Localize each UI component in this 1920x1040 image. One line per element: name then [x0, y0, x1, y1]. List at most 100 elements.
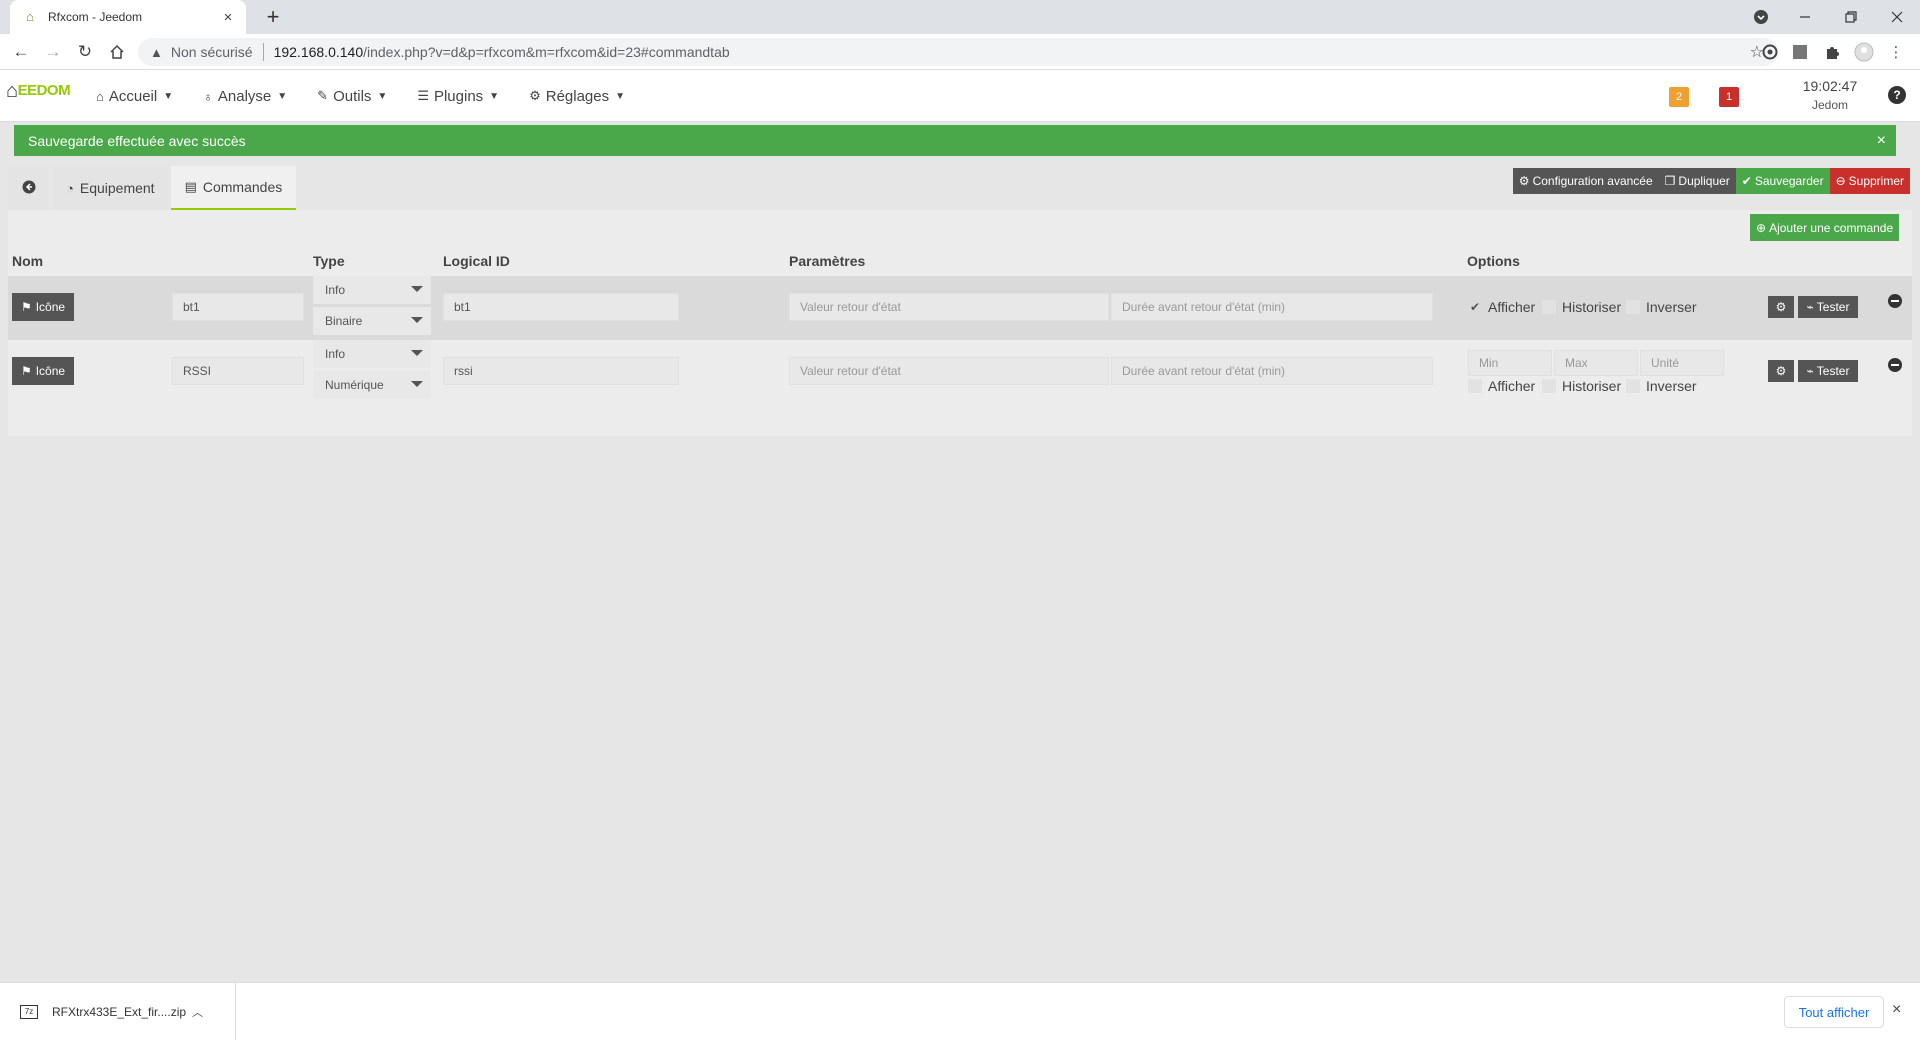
download-bar-close-icon[interactable]: ×	[1892, 1001, 1901, 1019]
clock: 19:02:47 Jedom	[1790, 78, 1870, 112]
menu-analyse[interactable]: ♁ Analyse ▼	[203, 88, 287, 105]
clock-user: Jedom	[1811, 98, 1849, 112]
historiser-checkbox[interactable]: Historiser	[1542, 378, 1621, 394]
icon-select-button[interactable]: ⚑ Icône	[12, 357, 74, 385]
menu-outils[interactable]: ✎ Outils ▼	[317, 88, 387, 105]
duplicate-label: Dupliquer	[1678, 174, 1730, 188]
unit-input[interactable]: Unité	[1640, 350, 1724, 376]
command-config-button[interactable]: ⚙	[1768, 360, 1794, 382]
puzzle-extensions-icon[interactable]	[1822, 42, 1842, 62]
browser-tab[interactable]: ⌂ Rfxcom - Jeedom ×	[10, 0, 246, 34]
tab-close-icon[interactable]: ×	[220, 9, 236, 26]
window-close-icon[interactable]	[1874, 0, 1920, 34]
remove-command-icon[interactable]	[1888, 294, 1902, 308]
tab-commandes[interactable]: ▤ Commandes	[170, 166, 297, 210]
type-select[interactable]: Info	[313, 276, 431, 304]
logical-id-input[interactable]: bt1	[443, 293, 679, 321]
circle-arrow-left-icon	[22, 180, 36, 197]
logical-id-input[interactable]: rssi	[443, 357, 679, 385]
return-state-duration-input[interactable]: Durée avant retour d'état (min)	[1111, 357, 1433, 385]
back-button[interactable]	[8, 166, 50, 210]
browser-menu-icon[interactable]: ⋮	[1886, 42, 1906, 62]
test-command-button[interactable]: ⌁ Tester	[1798, 360, 1858, 382]
table-row: ⚑ Icône bt1 Info Binaire bt1 Valeur retou…	[8, 276, 1912, 340]
save-button[interactable]: ✔ Sauvegarder	[1735, 168, 1830, 194]
cogs-icon: ⚙	[1775, 364, 1787, 378]
restore-icon[interactable]	[1828, 0, 1874, 34]
subtype-select[interactable]: Numérique	[313, 371, 431, 399]
tab-search-icon[interactable]	[1738, 0, 1784, 34]
max-value-input[interactable]: Max	[1554, 350, 1638, 376]
extension-square-icon[interactable]	[1790, 42, 1810, 62]
error-messages-badge[interactable]: 1	[1719, 87, 1739, 107]
add-command-button[interactable]: ⊕ Ajouter une commande	[1750, 214, 1900, 241]
icon-select-button[interactable]: ⚑ Icône	[12, 293, 74, 321]
jeedom-logo[interactable]: ⌂EEDOM	[6, 80, 71, 103]
success-alert: Sauvegarde effectuée avec succès ×	[14, 125, 1896, 156]
return-state-duration-input[interactable]: Durée avant retour d'état (min)	[1111, 293, 1433, 321]
menu-plugins-label: Plugins	[433, 87, 484, 105]
extension-gear-icon[interactable]	[1760, 42, 1780, 62]
type-select[interactable]: Info	[313, 340, 431, 368]
command-name-input[interactable]: RSSI	[172, 357, 304, 385]
new-tab-button[interactable]: +	[260, 4, 286, 30]
warning-triangle-icon: ▲	[150, 44, 163, 60]
menu-reglages[interactable]: ⚙ Réglages ▼	[529, 88, 625, 105]
min-value-input[interactable]: Min	[1468, 350, 1552, 376]
home-browser-icon[interactable]	[104, 39, 130, 65]
jeedom-navbar: ⌂EEDOM ⌂ Accueil ▼ ♁ Analyse ▼ ✎ Outils …	[0, 70, 1920, 122]
forward-arrow-icon[interactable]: →	[40, 39, 66, 65]
select-arrow-icon	[411, 350, 423, 356]
test-button-label: Tester	[1816, 300, 1850, 314]
check-circle-icon: ✔	[1741, 174, 1752, 188]
remove-command-icon[interactable]	[1888, 358, 1902, 372]
afficher-label: Afficher	[1488, 299, 1536, 315]
menu-accueil[interactable]: ⌂ Accueil ▼	[96, 88, 173, 105]
inverser-label: Inverser	[1646, 378, 1697, 394]
menu-plugins[interactable]: ☰ Plugins ▼	[417, 88, 499, 105]
tab-commandes-label: Commandes	[202, 179, 283, 195]
plus-circle-icon: ⊕	[1756, 220, 1767, 235]
command-config-button[interactable]: ⚙	[1768, 296, 1794, 318]
duplicate-button[interactable]: ❐ Dupliquer	[1658, 168, 1736, 194]
show-all-downloads-button[interactable]: Tout afficher	[1784, 996, 1884, 1028]
type-select-value: Info	[325, 347, 346, 361]
list-icon: ☰	[417, 88, 429, 103]
inverser-checkbox[interactable]: Inverser	[1626, 299, 1697, 315]
return-state-value-input[interactable]: Valeur retour d'état	[789, 357, 1109, 385]
return-state-value-input[interactable]: Valeur retour d'état	[789, 293, 1109, 321]
alert-message: Sauvegarde effectuée avec succès	[28, 132, 246, 149]
checkbox-box	[1626, 379, 1640, 393]
minimize-icon[interactable]	[1782, 0, 1828, 34]
flag-icon: ⚑	[20, 364, 32, 378]
icon-button-label: Icône	[35, 364, 66, 378]
help-icon[interactable]: ?	[1888, 86, 1906, 104]
warning-messages-badge[interactable]: 2	[1669, 87, 1689, 107]
checkbox-box	[1626, 300, 1640, 314]
inverser-checkbox[interactable]: Inverser	[1626, 378, 1697, 394]
historiser-checkbox[interactable]: Historiser	[1542, 299, 1621, 315]
tab-equipement-label: Equipement	[79, 180, 155, 196]
cogs-icon: ⚙	[1775, 300, 1787, 314]
subtype-select[interactable]: Binaire	[313, 307, 431, 335]
test-command-button[interactable]: ⌁ Tester	[1798, 296, 1858, 318]
command-name-input[interactable]: bt1	[172, 293, 304, 321]
alert-close-icon[interactable]: ×	[1877, 132, 1886, 150]
checkbox-box	[1542, 379, 1556, 393]
download-item[interactable]: 7z RFXtrx433E_Ext_fir....zip ︿	[14, 983, 236, 1040]
insecure-label: Non sécurisé	[170, 44, 253, 60]
advanced-config-button[interactable]: ⚙ Configuration avancée	[1512, 168, 1659, 194]
url-separator	[262, 43, 264, 61]
chevron-up-icon[interactable]: ︿	[192, 1004, 203, 1020]
afficher-checkbox[interactable]: ✔ Afficher	[1468, 299, 1535, 315]
delete-button[interactable]: ⊖ Supprimer	[1829, 168, 1910, 194]
menu-analyse-label: Analyse	[217, 87, 272, 105]
reload-icon[interactable]: ↻	[72, 39, 98, 65]
select-arrow-icon	[411, 381, 423, 387]
afficher-checkbox[interactable]: Afficher	[1468, 378, 1535, 394]
back-arrow-icon[interactable]: ←	[8, 39, 34, 65]
address-bar[interactable]: ▲ Non sécurisé 192.168.0.140 /index.php?…	[138, 38, 1778, 66]
profile-avatar-icon[interactable]	[1854, 42, 1874, 62]
tab-equipement[interactable]: ◔ Equipement	[52, 166, 169, 210]
browser-toolbar: ← → ↻ ▲ Non sécurisé 192.168.0.140 /inde…	[0, 34, 1920, 70]
